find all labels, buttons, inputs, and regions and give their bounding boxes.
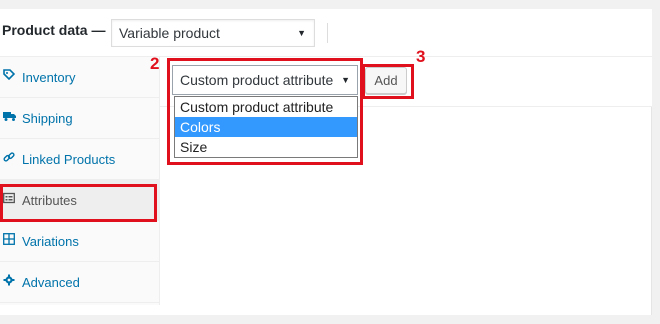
tab-label: Attributes [22,193,77,208]
add-attribute-button[interactable]: Add [365,67,407,94]
tab-attributes[interactable]: Attributes [0,180,159,221]
step-number-3: 3 [416,47,426,66]
chevron-down-icon: ▼ [297,28,306,38]
chevron-down-icon: ▼ [341,75,350,85]
diamond-tag-icon [3,69,16,83]
tab-label: Linked Products [22,152,116,167]
truck-icon [3,110,16,124]
page-background-bottom [0,315,660,324]
option-custom-product-attribute[interactable]: Custom product attribute [175,97,357,117]
step-number-2: 2 [150,54,160,73]
page-background-top [0,0,660,9]
tab-label: Variations [22,234,79,249]
attribute-options-list: Custom product attribute Colors Size [174,96,358,158]
product-data-label: Product data — [2,22,106,38]
gear-icon [3,274,15,288]
grid-icon [3,233,15,247]
attribute-taxonomy-select[interactable]: Custom product attribute ▼ [172,65,358,95]
header-divider [327,23,328,43]
tab-shipping[interactable]: Shipping [0,98,159,139]
option-colors[interactable]: Colors [175,117,357,137]
attribute-select-value: Custom product attribute [180,72,334,88]
tab-label: Inventory [22,70,76,85]
tab-advanced[interactable]: Advanced [0,262,159,303]
page-background-right [652,0,660,324]
tab-label: Shipping [22,111,73,126]
list-card-icon [3,192,15,206]
tab-variations[interactable]: Variations [0,221,159,262]
product-type-value: Variable product [119,25,220,41]
tab-linked-products[interactable]: Linked Products [0,139,159,180]
product-type-select[interactable]: Variable product ▼ [111,19,315,47]
product-data-header: Product data — Variable product ▼ [0,9,652,57]
tab-inventory[interactable]: Inventory [0,57,159,98]
product-data-tabs: Inventory Shipping Linked Products Attri… [0,57,160,305]
option-size[interactable]: Size [175,137,357,157]
link-icon [3,151,15,165]
tab-label: Advanced [22,275,80,290]
